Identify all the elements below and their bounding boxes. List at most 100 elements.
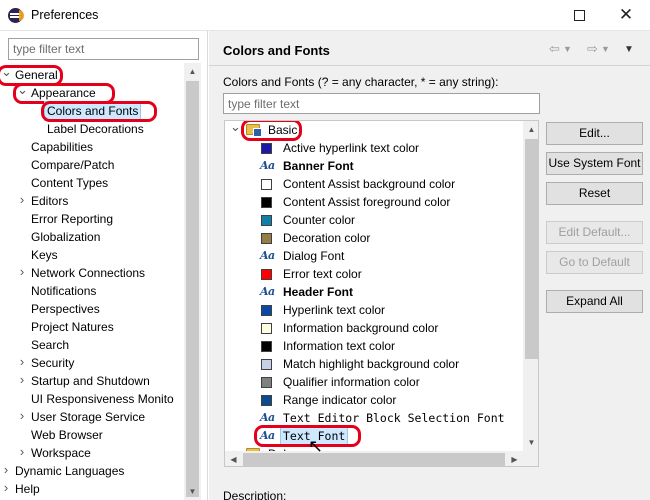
tree-item[interactable]: Search	[29, 336, 71, 354]
color-swatch-icon	[261, 143, 272, 154]
tree-filter-input[interactable]: type filter text	[8, 38, 199, 60]
tree-item[interactable]: Editors	[29, 192, 70, 210]
font-icon: Aa	[260, 249, 275, 262]
scroll-corner	[523, 451, 538, 466]
tree-item[interactable]: Startup and Shutdown	[29, 372, 152, 390]
chevron-right-icon[interactable]: ›	[17, 408, 27, 426]
tree-horizontal-scrollbar[interactable]: ◀ ▶	[225, 451, 523, 466]
tree-item[interactable]: Label Decorations	[45, 120, 146, 138]
preference-tree: ⌄ General ⌄ Appearance Colors and Fonts Label…	[0, 63, 184, 500]
tree-item[interactable]: Header Font	[281, 283, 355, 301]
chevron-right-icon[interactable]: ›	[17, 354, 27, 372]
color-swatch-icon	[261, 341, 272, 352]
scroll-thumb[interactable]	[243, 453, 505, 466]
colors-fonts-tree-items: ⌄ Basic Active hyperlink text color Aa Banne…	[225, 121, 523, 451]
chevron-down-icon[interactable]: ⌄	[230, 121, 241, 139]
tree-item[interactable]: Error Reporting	[29, 210, 115, 228]
scroll-up-icon[interactable]: ▲	[523, 121, 538, 138]
description-label: Description:	[223, 489, 287, 500]
tree-item[interactable]: Notifications	[29, 282, 98, 300]
color-swatch-icon	[261, 305, 272, 316]
tree-item[interactable]: Banner Font	[281, 157, 356, 175]
color-swatch-icon	[261, 323, 272, 334]
preference-tree-pane: type filter text ⌄ General ⌄ Appearance Colo…	[0, 31, 208, 500]
close-button[interactable]: ✕	[603, 0, 649, 30]
scroll-down-icon[interactable]: ▼	[184, 483, 201, 500]
tree-item[interactable]: Network Connections	[29, 264, 147, 282]
tree-item[interactable]: Perspectives	[29, 300, 102, 318]
colors-filter-input[interactable]: type filter text	[223, 93, 540, 114]
color-swatch-icon	[261, 377, 272, 388]
tree-item[interactable]: Match highlight background color	[281, 355, 461, 373]
tree-item[interactable]: Capabilities	[29, 138, 95, 156]
back-icon[interactable]: ⇦	[549, 41, 560, 57]
tree-item[interactable]: Active hyperlink text color	[281, 139, 421, 157]
tree-item[interactable]: Error text color	[281, 265, 364, 283]
chevron-right-icon[interactable]: ›	[17, 444, 27, 462]
tree-item[interactable]: Decoration color	[281, 229, 372, 247]
edit-default-button[interactable]: Edit Default...	[546, 221, 643, 244]
tree-item[interactable]: Web Browser	[29, 426, 105, 444]
chevron-right-icon[interactable]: ›	[17, 372, 27, 390]
chevron-right-icon[interactable]: ›	[17, 264, 27, 282]
scroll-thumb[interactable]	[525, 139, 538, 359]
scroll-left-icon[interactable]: ◀	[225, 451, 242, 466]
highlight-annotation	[241, 121, 302, 141]
scroll-up-icon[interactable]: ▲	[184, 63, 201, 80]
maximize-icon	[573, 9, 585, 21]
back-menu-icon[interactable]: ▼	[563, 44, 572, 54]
tree-item[interactable]: Keys	[29, 246, 60, 264]
tree-item[interactable]: Security	[29, 354, 76, 372]
color-swatch-icon	[261, 269, 272, 280]
close-icon: ✕	[618, 5, 634, 24]
tree-item[interactable]: Information text color	[281, 337, 397, 355]
reset-button[interactable]: Reset	[546, 182, 643, 205]
tree-item[interactable]: UI Responsiveness Monito	[29, 390, 176, 408]
tree-item[interactable]: Content Types	[29, 174, 110, 192]
tree-item[interactable]: Project Natures	[29, 318, 116, 336]
header-separator	[209, 65, 650, 66]
color-swatch-icon	[261, 395, 272, 406]
page-navigation: ⇦ ▼ ⇨ ▼ ▼	[549, 41, 644, 59]
colors-and-fonts-page: Colors and Fonts ⇦ ▼ ⇨ ▼ ▼ Colors and Fo…	[209, 31, 650, 500]
tree-item[interactable]: Hyperlink text color	[281, 301, 387, 319]
window-title: Preferences	[31, 8, 99, 22]
maximize-button[interactable]	[556, 0, 602, 30]
forward-icon[interactable]: ⇨	[587, 41, 598, 57]
tree-item[interactable]: Workspace	[29, 444, 93, 462]
tree-item[interactable]: Information background color	[281, 319, 440, 337]
tree-item[interactable]: User Storage Service	[29, 408, 147, 426]
chevron-right-icon[interactable]: ›	[17, 192, 27, 210]
scroll-right-icon[interactable]: ▶	[506, 451, 523, 466]
highlight-annotation	[41, 101, 157, 122]
color-swatch-icon	[261, 197, 272, 208]
color-swatch-icon	[261, 215, 272, 226]
font-icon: Aa	[260, 411, 275, 424]
expand-all-button[interactable]: Expand All	[546, 290, 643, 313]
tree-item[interactable]: Range indicator color	[281, 391, 398, 409]
mouse-cursor-icon: ↖	[308, 436, 324, 456]
tree-item[interactable]: Dialog Font	[281, 247, 346, 265]
tree-item[interactable]: Qualifier information color	[281, 373, 422, 391]
color-swatch-icon	[261, 233, 272, 244]
go-to-default-button[interactable]: Go to Default	[546, 251, 643, 274]
chevron-right-icon[interactable]: ›	[1, 480, 11, 498]
use-system-font-button[interactable]: Use System Font	[546, 152, 643, 175]
tree-item[interactable]: Compare/Patch	[29, 156, 116, 174]
color-swatch-icon	[261, 179, 272, 190]
tree-item[interactable]: Help	[13, 480, 42, 498]
tree-item[interactable]: Counter color	[281, 211, 357, 229]
tree-item[interactable]: Content Assist foreground color	[281, 193, 452, 211]
view-menu-icon[interactable]: ▼	[624, 44, 634, 55]
tree-item[interactable]: Dynamic Languages	[13, 462, 126, 480]
filter-description: Colors and Fonts (? = any character, * =…	[223, 75, 499, 89]
forward-menu-icon[interactable]: ▼	[601, 44, 610, 54]
scroll-down-icon[interactable]: ▼	[523, 434, 538, 451]
edit-button[interactable]: Edit...	[546, 122, 643, 145]
tree-scrollbar[interactable]: ▲ ▼	[184, 63, 201, 500]
tree-vertical-scrollbar[interactable]: ▲ ▼	[523, 121, 538, 451]
tree-item[interactable]: Globalization	[29, 228, 102, 246]
tree-item[interactable]: Content Assist background color	[281, 175, 457, 193]
scroll-thumb[interactable]	[186, 81, 199, 497]
chevron-right-icon[interactable]: ›	[1, 462, 11, 480]
